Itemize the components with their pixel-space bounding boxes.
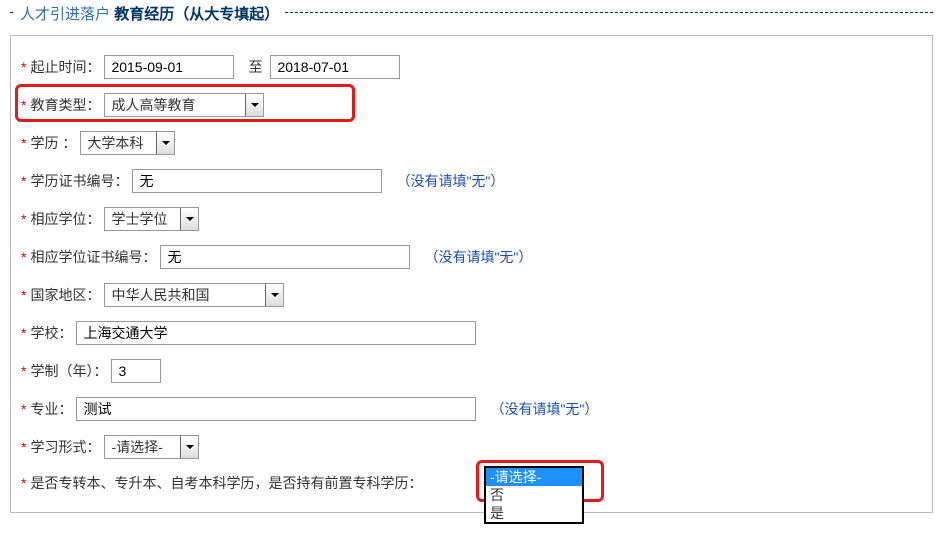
label-to: 至 (248, 57, 262, 77)
dropdown-option[interactable]: -请选择- (486, 468, 582, 486)
label-years: 学制（年）： (30, 361, 107, 381)
chevron-down-icon (245, 94, 263, 116)
hint-degree-cert-no: （没有请填"无"） (424, 247, 532, 267)
required-mark: * (21, 211, 26, 227)
country-select[interactable]: 中华人民共和国 (104, 283, 284, 307)
required-mark: * (21, 325, 26, 341)
study-form-select[interactable]: -请选择- (104, 435, 199, 459)
label-country: 国家地区： (30, 285, 100, 305)
label-cert-no: 学历证书编号： (30, 171, 128, 191)
required-mark: * (21, 287, 26, 303)
hint-major: （没有请填"无"） (490, 399, 598, 419)
degree-level-value: 大学本科 (87, 133, 156, 153)
dropdown-option[interactable]: 是 (486, 504, 582, 522)
required-mark: * (21, 401, 26, 417)
label-study-form: 学习形式： (30, 437, 100, 457)
cert-no-input[interactable] (132, 169, 382, 193)
label-prior-diploma: 是否专转本、专升本、自考本科学历，是否持有前置专科学历： (30, 473, 422, 493)
hint-cert-no: （没有请填"无"） (396, 171, 504, 191)
required-mark: * (21, 475, 26, 491)
required-mark: * (21, 363, 26, 379)
degree-value: 学士学位 (111, 209, 180, 229)
label-degree: 相应学位： (30, 209, 100, 229)
school-input[interactable] (76, 321, 476, 345)
chevron-down-icon (265, 284, 283, 306)
dropdown-option[interactable]: 否 (486, 486, 582, 504)
required-mark: * (21, 249, 26, 265)
edu-type-value: 成人高等教育 (111, 95, 245, 115)
major-input[interactable] (76, 397, 476, 421)
chevron-down-icon (180, 436, 198, 458)
label-school: 学校： (30, 323, 72, 343)
country-value: 中华人民共和国 (111, 285, 265, 305)
label-degree-cert-no: 相应学位证书编号： (30, 247, 156, 267)
prior-diploma-dropdown[interactable]: -请选择- 否 是 (484, 466, 584, 524)
edu-type-select[interactable]: 成人高等教育 (104, 93, 264, 117)
label-date-range: 起止时间： (30, 57, 100, 77)
title-category: 人才引进落户 (20, 6, 110, 23)
title-section: 教育经历（从大专填起） (114, 6, 279, 23)
study-form-value: -请选择- (111, 437, 180, 457)
label-edu-type: 教育类型： (30, 95, 100, 115)
degree-cert-no-input[interactable] (160, 245, 410, 269)
start-date-input[interactable] (104, 55, 234, 79)
chevron-down-icon (156, 132, 174, 154)
label-degree-level: 学历 ： (30, 133, 76, 153)
years-input[interactable] (111, 359, 161, 383)
label-major: 专业： (30, 399, 72, 419)
end-date-input[interactable] (270, 55, 400, 79)
required-mark: * (21, 59, 26, 75)
required-mark: * (21, 97, 26, 113)
degree-level-select[interactable]: 大学本科 (80, 131, 175, 155)
required-mark: * (21, 173, 26, 189)
chevron-down-icon (180, 208, 198, 230)
required-mark: * (21, 135, 26, 151)
required-mark: * (21, 439, 26, 455)
degree-select[interactable]: 学士学位 (104, 207, 199, 231)
section-title: 人才引进落户 教育经历（从大专填起） (14, 3, 285, 24)
form-panel: * 起止时间： 至 * 教育类型： 成人高等教育 * 学历 ： 大学本科 (10, 35, 933, 513)
